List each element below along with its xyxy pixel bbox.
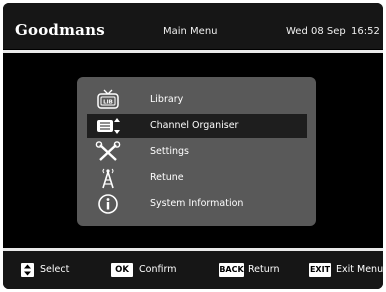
menu-item-label: Library: [150, 94, 184, 105]
antenna-icon: [95, 167, 121, 189]
confirm-hint: Confirm: [139, 264, 177, 275]
header-bar: Goodmans Main Menu Wed 08 Sep 16:52: [3, 3, 383, 49]
date-display: Wed 08 Sep: [286, 26, 346, 37]
menu-item-label: Retune: [150, 172, 184, 183]
select-hint: Select: [40, 264, 70, 275]
menu-item-label: Channel Organiser: [150, 120, 239, 131]
page-title: Main Menu: [163, 26, 218, 37]
ok-key: OK: [111, 263, 133, 277]
menu-item-channel-organiser[interactable]: Channel Organiser: [87, 114, 307, 138]
exit-key: EXIT: [309, 263, 331, 277]
tv-screen: Goodmans Main Menu Wed 08 Sep 16:52 LIB …: [3, 3, 383, 289]
menu-item-system-information[interactable]: System Information: [87, 192, 307, 216]
time-display: 16:52: [351, 26, 380, 37]
main-menu-panel: LIB Library Channel Organiser Settings R…: [77, 77, 316, 226]
menu-item-retune[interactable]: Retune: [87, 166, 307, 190]
svg-text:LIB: LIB: [103, 100, 113, 106]
header-divider: [3, 50, 383, 53]
menu-item-label: Settings: [150, 146, 189, 157]
footer-bar: Select OK Confirm BACK Return EXIT Exit …: [3, 251, 383, 289]
return-hint: Return: [248, 264, 280, 275]
channel-list-icon: [95, 115, 121, 137]
menu-item-settings[interactable]: Settings: [87, 140, 307, 164]
info-icon: [95, 193, 121, 215]
menu-item-library[interactable]: LIB Library: [87, 88, 307, 112]
exit-menu-hint: Exit Menu: [336, 264, 383, 275]
tv-library-icon: LIB: [95, 89, 121, 111]
tools-icon: [95, 141, 121, 163]
menu-item-label: System Information: [150, 198, 244, 209]
up-down-arrows-icon: [21, 263, 34, 277]
brand-logo: Goodmans: [15, 21, 105, 39]
back-key: BACK: [219, 263, 244, 277]
